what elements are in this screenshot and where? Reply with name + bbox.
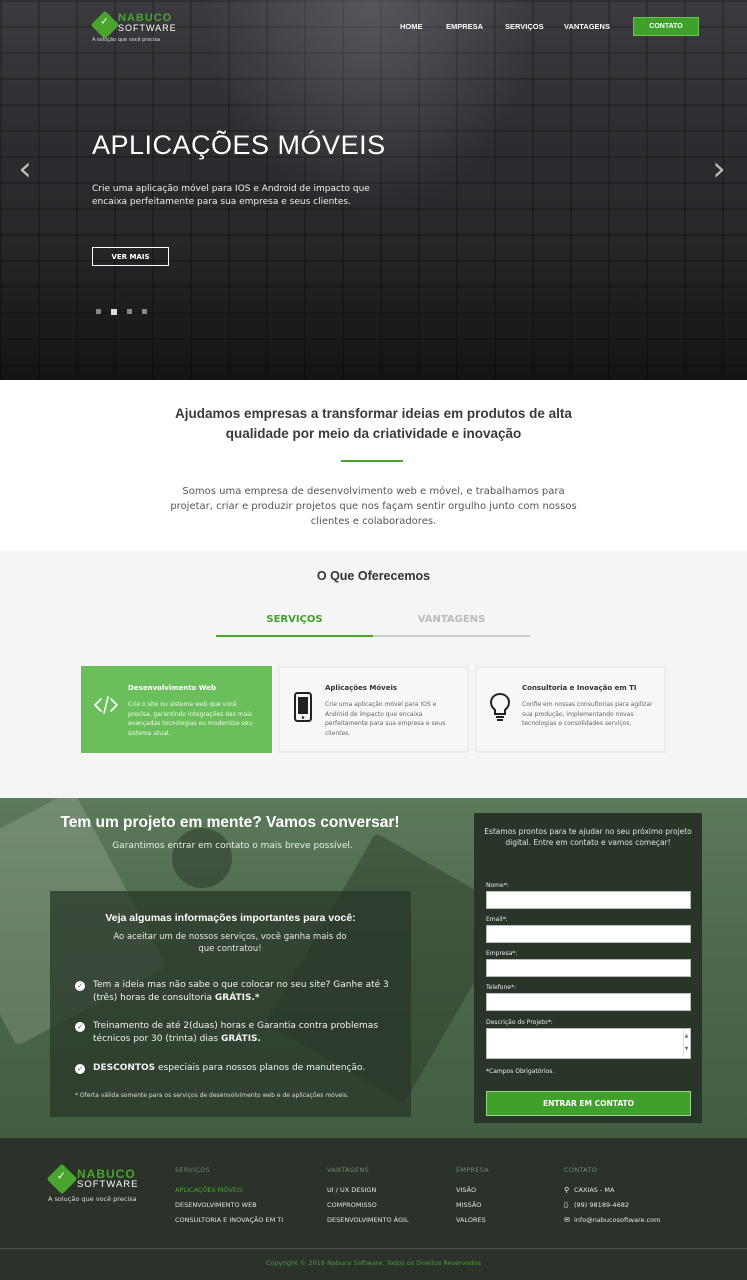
nome-input[interactable] — [486, 891, 691, 909]
logo-mark-icon: ✓ — [46, 1163, 78, 1195]
nav-empresa[interactable]: EMPRESA — [446, 22, 483, 31]
nav-servicos[interactable]: SERVIÇOS — [505, 22, 544, 31]
logo-name-2: SOFTWARE — [77, 1179, 139, 1190]
footer-link[interactable]: COMPROMISSO — [327, 1201, 409, 1209]
footer-phone[interactable]: (99) 98189-4682 — [574, 1201, 629, 1209]
slider-dot[interactable] — [127, 309, 132, 314]
footer-link[interactable]: CONSULTORIA E INOVAÇÃO EM TI — [175, 1216, 283, 1224]
footer-heading: SERVIÇOS — [175, 1166, 210, 1174]
logo-tagline: A solução que você precisa — [92, 37, 161, 43]
label-telefone: Telefone*: — [486, 984, 516, 991]
footer-heading: CONTATO — [564, 1166, 598, 1174]
footer-col-empresa: EMPRESA VISÃO MISSÃO VALORES — [456, 1166, 489, 1231]
contact-heading: Tem um projeto em mente? Vamos conversar… — [60, 814, 400, 831]
card-title: Consultoria e Inovação em TI — [522, 684, 637, 692]
ver-mais-button[interactable]: VER MAIS — [92, 247, 169, 266]
offer-section: O Que Oferecemos SERVIÇOS VANTAGENS Dese… — [0, 551, 747, 798]
hero-slider: ✓ NABUCO SOFTWARE A solução que você pre… — [0, 0, 747, 380]
code-icon — [93, 692, 119, 722]
intro-section: Ajudamos empresas a transformar ideias e… — [0, 380, 747, 551]
background-cup — [172, 828, 232, 888]
tab-indicator-active — [216, 635, 373, 637]
label-nome: Nome*: — [486, 882, 509, 889]
card-text: Crie o site ou sistema web que você prec… — [128, 701, 253, 737]
footer-link[interactable]: MISSÃO — [456, 1201, 489, 1209]
logo-mark-icon: ✓ — [90, 10, 120, 40]
footer-link[interactable]: DESENVOLVIMENTO ÁGIL — [327, 1216, 409, 1224]
footer-link[interactable]: VALORES — [456, 1216, 489, 1224]
textarea-scrollbar[interactable]: ▲ ▼ — [683, 1030, 689, 1057]
email-input[interactable] — [486, 925, 691, 943]
info-lead: Ao aceitar um de nossos serviços, você g… — [113, 932, 347, 954]
footer-location: CAXIAS - MA — [574, 1186, 615, 1194]
chevron-left-icon[interactable]: ‹ — [14, 152, 36, 186]
label-email: Email*: — [486, 916, 508, 923]
service-card-mobile[interactable]: Aplicações Móveis Crie uma aplicação móv… — [278, 666, 469, 753]
slider-dot[interactable] — [142, 309, 147, 314]
footer-email[interactable]: info@nabucosoftware.com — [574, 1216, 660, 1224]
lightbulb-icon — [487, 692, 513, 722]
label-empresa: Empresa*: — [486, 950, 518, 957]
footer: ✓ NABUCO SOFTWARE A solução que você pre… — [0, 1138, 747, 1280]
logo-name-2: SOFTWARE — [118, 23, 177, 33]
descricao-textarea[interactable]: ▲ ▼ — [486, 1028, 691, 1059]
footer-divider — [0, 1248, 747, 1249]
logo-tagline: A solução que você precisa — [48, 1195, 137, 1203]
footer-col-servicos: SERVIÇOS APLICAÇÕES MÓVEIS DESENVOLVIMEN… — [175, 1166, 283, 1231]
nav-home[interactable]: HOME — [400, 22, 423, 31]
card-title: Aplicações Móveis — [325, 684, 398, 692]
footer-link[interactable]: VISÃO — [456, 1186, 489, 1194]
check-circle-icon: ✓ — [75, 1064, 85, 1074]
contato-button[interactable]: CONTATO — [633, 17, 699, 36]
email-icon: ✉ — [564, 1216, 570, 1224]
contact-section: Tem um projeto em mente? Vamos conversar… — [0, 798, 747, 1138]
smartphone-icon — [290, 692, 316, 722]
intro-heading: Ajudamos empresas a transformar ideias e… — [175, 406, 572, 441]
slider-dot-active[interactable] — [111, 308, 117, 315]
chevron-right-icon[interactable]: › — [708, 152, 730, 186]
form-intro: Estamos prontos para te ajudar no seu pr… — [484, 827, 692, 847]
footer-heading: VANTAGENS — [327, 1166, 369, 1174]
logo[interactable]: ✓ NABUCO SOFTWARE A solução que você pre… — [90, 10, 192, 46]
footer-link[interactable]: APLICAÇÕES MÓVEIS — [175, 1186, 283, 1194]
hero-title: APLICAÇÕES MÓVEIS — [92, 130, 386, 160]
tab-servicos[interactable]: SERVIÇOS — [216, 614, 373, 625]
info-title: Veja algumas informações importantes par… — [105, 912, 356, 924]
copyright: Copyright © 2019 Nabuco Software. Todos … — [265, 1259, 482, 1267]
footer-logo[interactable]: ✓ NABUCO SOFTWARE A solução que você pre… — [46, 1163, 158, 1205]
intro-text: Somos uma empresa de desenvolvimento web… — [170, 486, 577, 527]
submit-button[interactable]: ENTRAR EM CONTATO — [486, 1091, 691, 1116]
card-text: Crie uma aplicação móvel para IOS e Andr… — [325, 701, 446, 737]
required-note: *Campos Obrigatórios. — [486, 1068, 555, 1075]
footer-link[interactable]: DESENVOLVIMENTO WEB — [175, 1201, 283, 1209]
tab-indicator — [373, 635, 530, 637]
telefone-input[interactable] — [486, 993, 691, 1011]
hero-description: Crie uma aplicação móvel para IOS e Andr… — [92, 184, 370, 207]
footer-heading: EMPRESA — [456, 1166, 490, 1174]
offer-note: * Oferta válida somente para os serviços… — [75, 1092, 349, 1099]
footer-col-vantagens: VANTAGENS UI / UX DESIGN COMPROMISSO DES… — [327, 1166, 409, 1231]
offer-heading: O Que Oferecemos — [316, 569, 431, 583]
footer-link[interactable]: UI / UX DESIGN — [327, 1186, 409, 1194]
location-icon: ⚲ — [564, 1186, 570, 1194]
divider — [341, 460, 403, 462]
check-circle-icon: ✓ — [75, 1022, 85, 1032]
check-circle-icon: ✓ — [75, 981, 85, 991]
label-descricao: Descrição do Projeto*: — [486, 1019, 553, 1026]
card-text: Confie em nossas consultorias para agili… — [522, 701, 653, 727]
contact-subheading: Garantimos entrar em contato o mais brev… — [112, 841, 353, 851]
tab-vantagens[interactable]: VANTAGENS — [373, 614, 530, 625]
nav-vantagens[interactable]: VANTAGENS — [564, 22, 610, 31]
slider-dots — [96, 308, 147, 315]
footer-col-contato: CONTATO ⚲ CAXIAS - MA ▯ (99) 98189-4682 ✉ i… — [564, 1166, 660, 1231]
empresa-input[interactable] — [486, 959, 691, 977]
service-card-web[interactable]: Desenvolvimento Web Crie o site ou siste… — [81, 666, 272, 753]
phone-icon: ▯ — [564, 1201, 568, 1209]
info-box: Veja algumas informações importantes par… — [50, 891, 411, 1117]
service-card-consulting[interactable]: Consultoria e Inovação em TI Confie em n… — [475, 666, 666, 753]
slider-dot[interactable] — [96, 309, 101, 314]
card-title: Desenvolvimento Web — [128, 684, 217, 692]
contact-form: Estamos prontos para te ajudar no seu pr… — [474, 813, 702, 1123]
